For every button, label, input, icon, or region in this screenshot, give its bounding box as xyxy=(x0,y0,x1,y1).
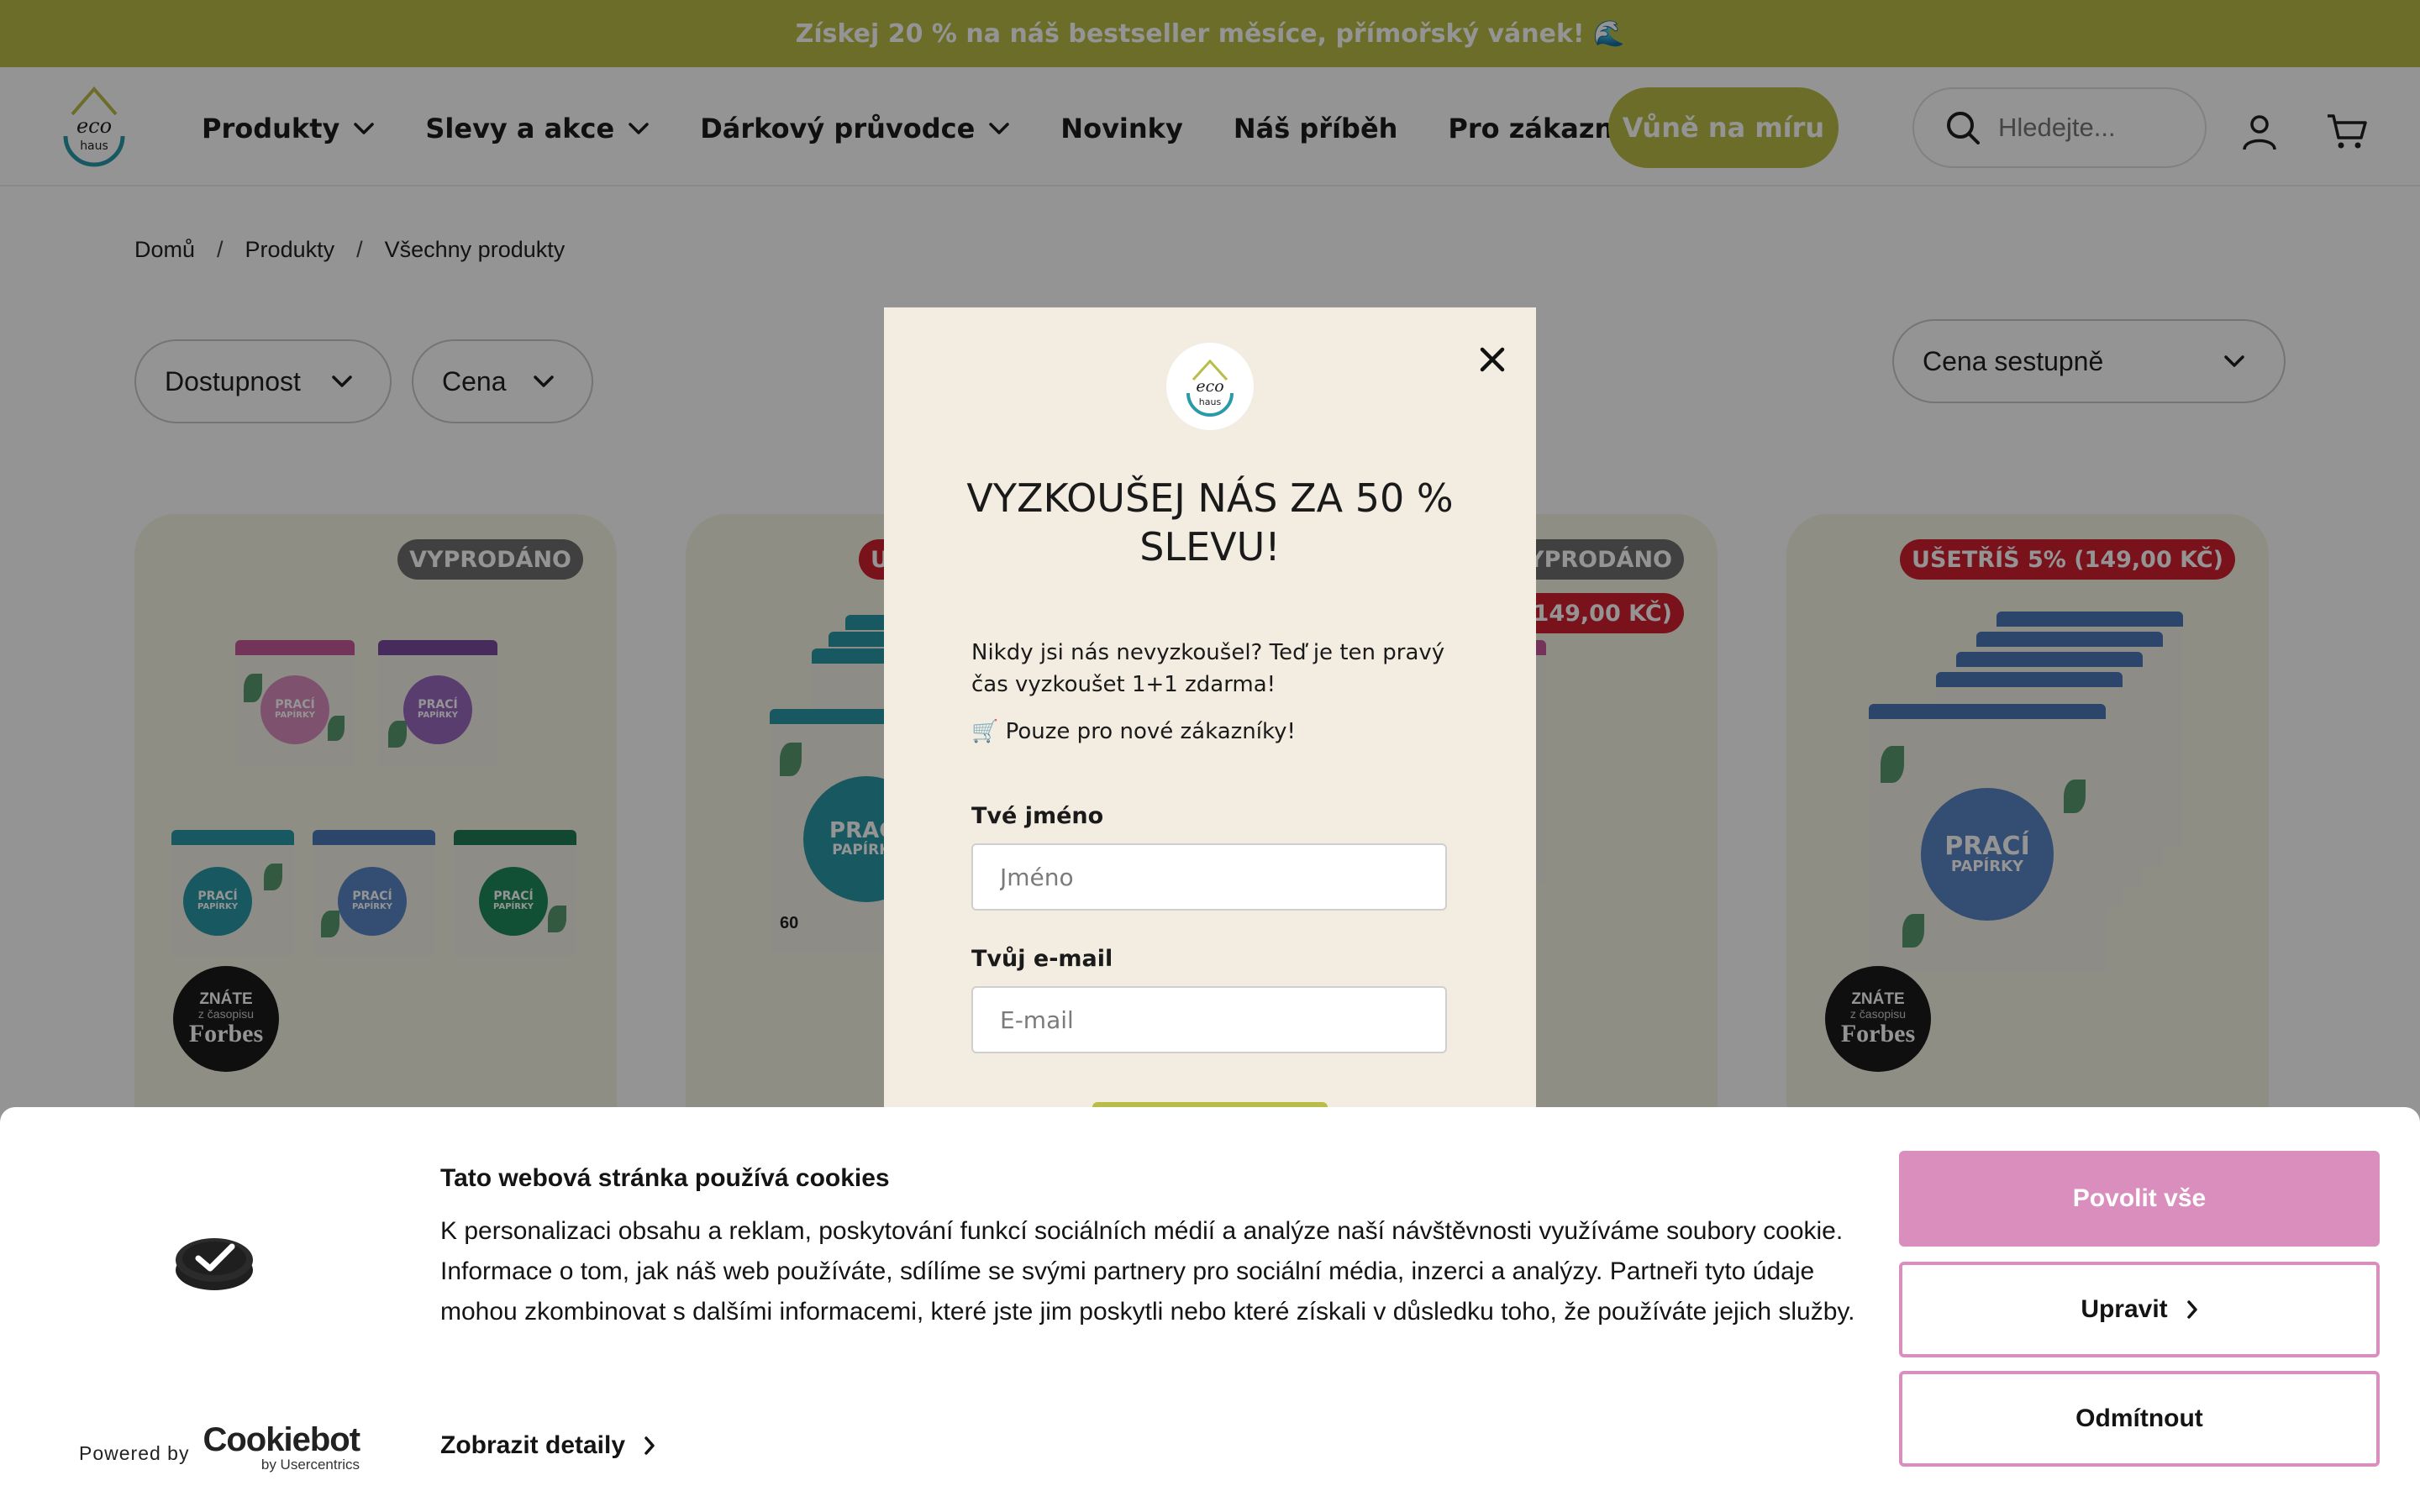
eco-haus-logo: eco haus xyxy=(1166,343,1254,430)
allow-all-button[interactable]: Povolit vše xyxy=(1899,1151,2380,1247)
customize-button[interactable]: Upravit xyxy=(1899,1262,2380,1357)
chevron-right-icon xyxy=(644,1436,655,1455)
svg-text:eco: eco xyxy=(1196,377,1223,396)
cookiebot-logo-text: Cookiebot xyxy=(203,1421,360,1458)
show-details-link[interactable]: Zobrazit detaily xyxy=(440,1431,655,1460)
cookie-banner: Powered by Cookiebot by Usercentrics Tat… xyxy=(0,1107,2420,1512)
email-label: Tvůj e-mail xyxy=(971,946,1113,972)
email-field[interactable] xyxy=(971,986,1447,1053)
name-label: Tvé jméno xyxy=(971,803,1104,829)
usercentrics-text: by Usercentrics xyxy=(260,1457,360,1473)
deny-button[interactable]: Odmítnout xyxy=(1899,1371,2380,1467)
show-details-label: Zobrazit detaily xyxy=(440,1431,626,1459)
powered-by-label: Powered by xyxy=(79,1442,190,1464)
popup-title: VYZKOUŠEJ NÁS ZA 50 % SLEVU! xyxy=(966,475,1454,570)
cookiebot-icon xyxy=(176,1238,253,1290)
chevron-right-icon xyxy=(2186,1300,2197,1319)
cookie-body: K personalizaci obsahu a reklam, poskyto… xyxy=(440,1217,1855,1326)
cookie-title: Tato webová stránka používá cookies xyxy=(440,1164,890,1192)
name-field[interactable] xyxy=(971,843,1447,911)
close-icon[interactable] xyxy=(1472,339,1512,380)
discount-popup: eco haus VYZKOUŠEJ NÁS ZA 50 % SLEVU! Ni… xyxy=(884,307,1536,1152)
popup-note: 🛒 Pouze pro nové zákazníky! xyxy=(971,719,1296,744)
popup-text: Nikdy jsi nás nevyzkoušel? Teď je ten pr… xyxy=(971,640,1445,697)
svg-text:haus: haus xyxy=(1199,396,1222,407)
customize-label: Upravit xyxy=(2081,1295,2168,1323)
powered-by-cookiebot[interactable]: Powered by Cookiebot by Usercentrics xyxy=(79,1423,360,1473)
